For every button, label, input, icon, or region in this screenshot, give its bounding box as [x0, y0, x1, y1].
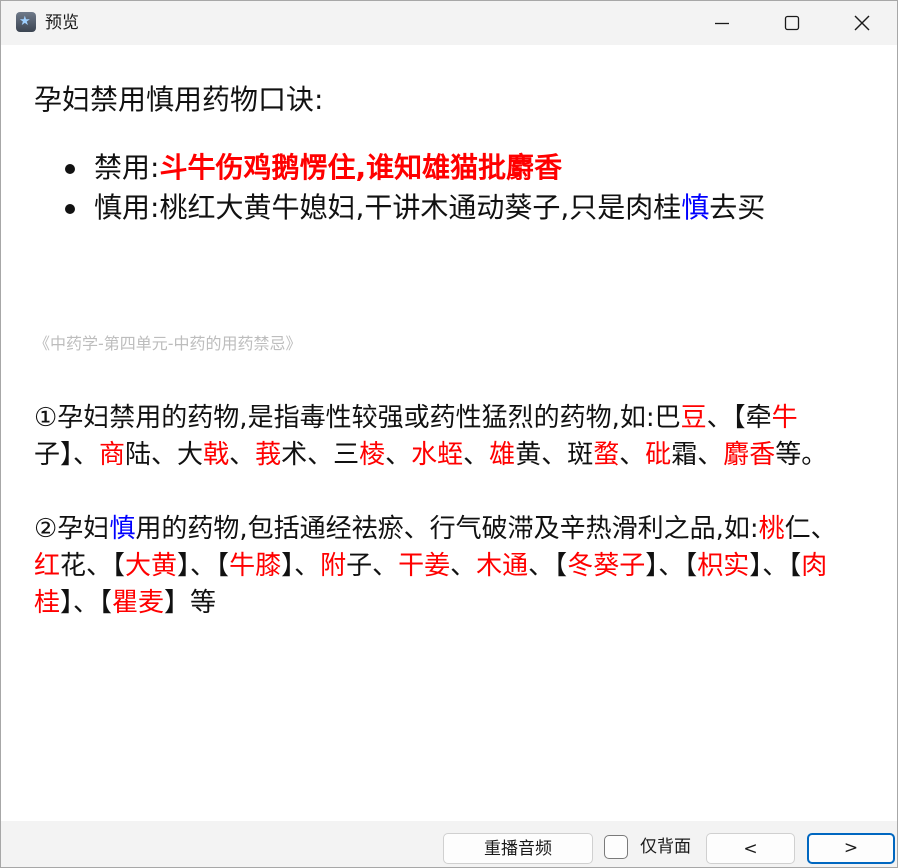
paragraph-text: 仁、: [784, 514, 837, 544]
forbidden-drugs-paragraph: ①孕妇禁用的药物,是指毒性较强或药性猛烈的药物,如:巴豆、【牵牛子】、商陆、大戟…: [34, 400, 854, 474]
highlighted-herb: 商: [99, 440, 126, 470]
paragraph-text: 、【: [528, 551, 568, 581]
paragraph-text: 、: [450, 551, 477, 581]
paragraph-text: 花、【: [60, 551, 126, 581]
paragraph-text: 等。: [775, 440, 828, 470]
highlighted-herb: 红: [34, 551, 61, 581]
paragraph-text: 陆、大: [125, 440, 204, 470]
mnemonic-list: 禁用:斗牛伤鸡鹅愣住,谁知雄猫批麝香 慎用:桃红大黄牛媳妇,干讲木通动葵子,只是…: [61, 148, 851, 228]
next-button[interactable]: >: [807, 833, 895, 864]
highlighted-herb: 瞿麦: [112, 588, 165, 618]
highlighted-herb: 干姜: [398, 551, 451, 581]
bottom-toolbar: 重播音频 仅背面 < >: [1, 821, 897, 867]
paragraph-text: 】等: [164, 588, 217, 618]
paragraph-text: ②孕妇: [34, 514, 110, 544]
paragraph-text: 】、【: [645, 551, 698, 581]
paragraph-text: 术、三: [281, 440, 360, 470]
highlighted-herb: 桃: [758, 514, 785, 544]
replay-audio-button[interactable]: 重播音频: [443, 833, 593, 864]
maximize-icon: [784, 15, 800, 31]
preview-window: ★ 预览 孕妇禁用慎用药物口诀: 禁用:斗牛伤鸡鹅愣住,谁知雄猫批麝香 慎用:桃…: [0, 0, 898, 868]
list-item-caution: 慎用:桃红大黄牛媳妇,干讲木通动葵子,只是肉桂慎去买: [61, 188, 851, 228]
highlighted-herb: 大黄: [125, 551, 178, 581]
card-heading: 孕妇禁用慎用药物口诀:: [34, 83, 324, 116]
highlighted-herb: 蝥: [593, 440, 620, 470]
caution-label: 慎用:: [94, 191, 160, 224]
title-bar[interactable]: ★ 预览: [1, 1, 897, 45]
close-button[interactable]: [827, 1, 897, 45]
app-star-icon: ★: [16, 12, 36, 32]
paragraph-text: 】、【: [749, 551, 802, 581]
caution-drugs-paragraph: ②孕妇慎用的药物,包括通经祛瘀、行气破滞及辛热滑利之品,如:桃仁、红花、【大黄】…: [34, 511, 854, 622]
highlighted-herb: 牛: [771, 403, 798, 433]
highlighted-herb: 戟: [203, 440, 230, 470]
back-only-checkbox[interactable]: [604, 835, 628, 859]
paragraph-text: 】、【: [60, 588, 113, 618]
minimize-icon: [715, 22, 729, 25]
window-title: 预览: [45, 13, 79, 33]
paragraph-text: 、: [463, 440, 490, 470]
forbidden-label: 禁用:: [94, 151, 160, 184]
caution-highlight: 慎: [681, 191, 710, 224]
paragraph-text: 、: [385, 440, 412, 470]
caution-mnemonic-part2: 去买: [709, 191, 766, 224]
paragraph-text: ①孕妇禁用的药物,是指毒性较强或药性猛烈的药物,如:巴: [34, 403, 681, 433]
minimize-button[interactable]: [687, 1, 757, 45]
highlighted-herb: 雄: [489, 440, 516, 470]
highlighted-herb: 慎: [109, 514, 136, 544]
close-icon: [854, 15, 870, 31]
source-reference: 《中药学-第四单元-中药的用药禁忌》: [34, 334, 302, 353]
previous-button[interactable]: <: [706, 833, 795, 864]
paragraph-text: 霜、: [671, 440, 724, 470]
card-content: 孕妇禁用慎用药物口诀: 禁用:斗牛伤鸡鹅愣住,谁知雄猫批麝香 慎用:桃红大黄牛媳…: [1, 45, 897, 821]
paragraph-text: 】、: [281, 551, 321, 581]
paragraph-text: 子、: [346, 551, 399, 581]
bullet-icon: [65, 204, 75, 214]
highlighted-herb: 枳实: [697, 551, 750, 581]
paragraph-text: 】、【: [177, 551, 230, 581]
bullet-icon: [65, 164, 75, 174]
highlighted-herb: 牛膝: [229, 551, 282, 581]
caution-mnemonic-part1: 桃红大黄牛媳妇,干讲木通动葵子,只是肉桂: [159, 191, 682, 224]
highlighted-herb: 棱: [359, 440, 386, 470]
list-item-forbidden: 禁用:斗牛伤鸡鹅愣住,谁知雄猫批麝香: [61, 148, 851, 188]
paragraph-text: 、【牵: [706, 403, 772, 433]
highlighted-herb: 冬葵子: [567, 551, 646, 581]
paragraph-text: 、: [229, 440, 256, 470]
highlighted-herb: 水蛭: [411, 440, 464, 470]
back-only-label[interactable]: 仅背面: [640, 836, 691, 858]
paragraph-text: 子】、: [34, 440, 100, 470]
maximize-button[interactable]: [757, 1, 827, 45]
highlighted-herb: 木通: [476, 551, 529, 581]
highlighted-herb: 豆: [680, 403, 707, 433]
paragraph-text: 用的药物,包括通经祛瘀、行气破滞及辛热滑利之品,如:: [135, 514, 759, 544]
highlighted-herb: 砒: [645, 440, 672, 470]
highlighted-herb: 麝香: [723, 440, 776, 470]
paragraph-text: 黄、斑: [515, 440, 594, 470]
highlighted-herb: 莪: [255, 440, 282, 470]
forbidden-mnemonic: 斗牛伤鸡鹅愣住,谁知雄猫批麝香: [159, 151, 563, 184]
highlighted-herb: 附: [320, 551, 347, 581]
paragraph-text: 、: [619, 440, 646, 470]
